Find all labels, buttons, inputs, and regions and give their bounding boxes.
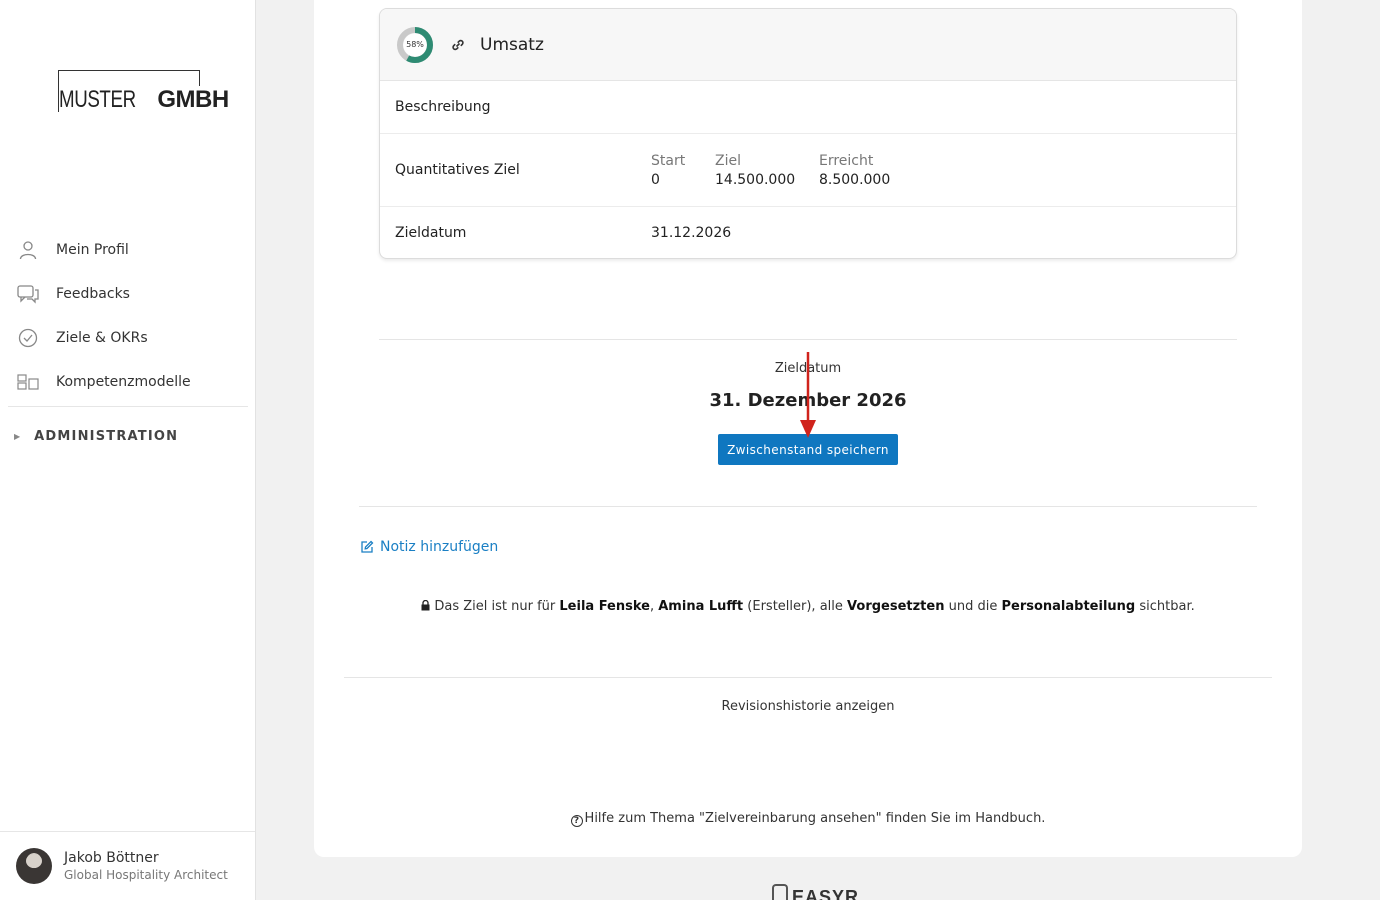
sidebar-section-label: ADMINISTRATION: [34, 428, 179, 444]
sidebar-item-label: Ziele & OKRs: [56, 330, 148, 346]
caret-right-icon: ▶: [14, 431, 21, 441]
start-label: Start: [651, 152, 686, 169]
sidebar-item-label: Feedbacks: [56, 286, 130, 302]
lock-icon: [421, 599, 430, 611]
group-name: Personalabteilung: [1001, 599, 1136, 614]
visibility-text: sichtbar.: [1139, 599, 1195, 614]
user-icon: [16, 238, 40, 262]
annotation-arrow-icon: [800, 352, 816, 438]
company-logo[interactable]: MUSTER GMBH: [58, 70, 231, 114]
achieved-label: Erreicht: [819, 152, 874, 169]
goal-card-header: 58% Umsatz: [380, 9, 1236, 81]
user-role: Global Hospitality Architect: [64, 868, 228, 882]
sidebar-item-ziele-okrs[interactable]: Ziele & OKRs: [8, 316, 248, 360]
quantitative-label: Quantitatives Ziel: [395, 162, 520, 178]
question-circle-icon: ?: [570, 815, 583, 827]
help-note: ? Hilfe zum Thema "Zielvereinbarung anseh…: [314, 811, 1302, 827]
add-note-label: Notiz hinzufügen: [380, 539, 499, 555]
date-label: Zieldatum: [395, 225, 467, 241]
target-value: 14.500.000: [715, 171, 796, 188]
sidebar-item-feedbacks[interactable]: Feedbacks: [8, 272, 248, 316]
date-value: 31.12.2026: [651, 225, 732, 241]
visibility-text: (Ersteller), alle: [747, 599, 843, 614]
revision-history-link[interactable]: Revisionshistorie anzeigen: [314, 699, 1302, 714]
footer-logo: EASYR: [772, 884, 859, 900]
visibility-text: und die: [948, 599, 998, 614]
sidebar-item-kompetenzmodelle[interactable]: Kompetenzmodelle: [8, 360, 248, 404]
chat-icon: [16, 282, 40, 306]
visibility-note: Das Ziel ist nur für Leila Fenske, Amina…: [314, 599, 1302, 614]
achieved-column: Erreicht 8.500.000: [819, 153, 890, 188]
main-panel: 58% Umsatz Beschreibung Quantitatives Zi…: [314, 0, 1302, 857]
sidebar-item-label: Mein Profil: [56, 242, 129, 258]
divider: [344, 677, 1272, 678]
sidebar-nav: Mein Profil Feedbacks Ziele & OKRs Kompe…: [8, 228, 248, 465]
sidebar-item-label: Kompetenzmodelle: [56, 374, 191, 390]
sidebar-item-mein-profil[interactable]: Mein Profil: [8, 228, 248, 272]
help-text[interactable]: Hilfe zum Thema "Zielvereinbarung ansehe…: [585, 811, 1046, 826]
user-name: Jakob Böttner: [64, 850, 159, 866]
sidebar-item-administration[interactable]: ▶ ADMINISTRATION: [8, 407, 248, 465]
target-label: Ziel: [715, 152, 741, 169]
person-name: Amina Lufft: [658, 599, 744, 614]
goal-title: Umsatz: [480, 34, 544, 55]
divider: [379, 339, 1237, 340]
start-value: 0: [651, 171, 660, 188]
achieved-value: 8.500.000: [819, 171, 891, 188]
description-row: Beschreibung: [380, 81, 1236, 134]
description-label: Beschreibung: [395, 99, 491, 115]
link-icon[interactable]: [450, 37, 466, 53]
divider: [359, 506, 1257, 507]
progress-donut: 58%: [396, 26, 434, 64]
date-row: Zieldatum 31.12.2026: [380, 207, 1236, 258]
edit-icon: [361, 540, 374, 553]
check-circle-icon: [16, 326, 40, 350]
start-column: Start 0: [651, 153, 685, 188]
add-note-link[interactable]: Notiz hinzufügen: [360, 539, 498, 555]
sidebar: MUSTER GMBH Mein Profil Feedbacks Ziele &…: [0, 0, 256, 900]
target-column: Ziel 14.500.000: [715, 152, 796, 188]
progress-label: 58%: [406, 39, 424, 49]
group-name: Vorgesetzten: [847, 599, 945, 614]
company-logo-text: MUSTER GMBH: [59, 86, 231, 114]
quantitative-row: Quantitatives Ziel Start 0 Ziel 14.500.0…: [380, 134, 1236, 207]
blocks-icon: [16, 370, 40, 394]
user-profile[interactable]: Jakob Böttner Global Hospitality Archite…: [0, 831, 255, 900]
person-name: Leila Fenske: [559, 599, 650, 614]
footer-logo-mark: [772, 884, 788, 900]
footer-logo-text: EASYR: [792, 887, 860, 900]
visibility-prefix: Das Ziel ist nur für: [434, 599, 556, 614]
avatar: [16, 848, 52, 884]
goal-card: 58% Umsatz Beschreibung Quantitatives Zi…: [379, 8, 1237, 259]
